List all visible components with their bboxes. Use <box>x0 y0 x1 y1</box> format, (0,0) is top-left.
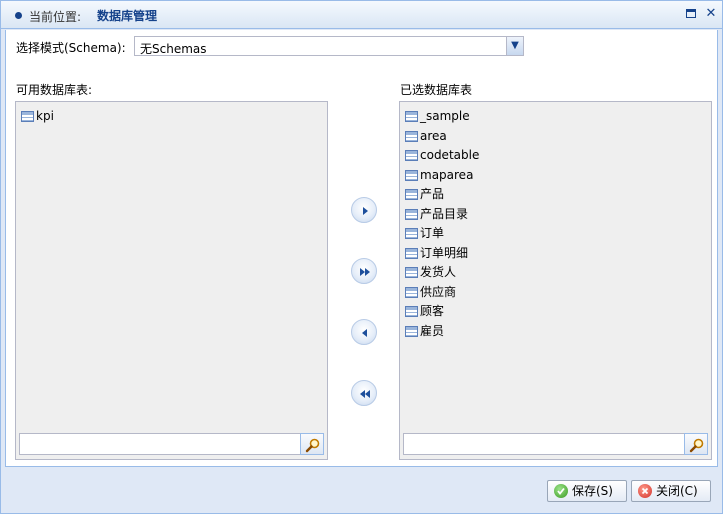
save-button-label: 保存(S) <box>572 484 613 498</box>
move-left-button[interactable] <box>351 319 377 345</box>
selected-search-button[interactable] <box>684 433 708 455</box>
table-icon <box>405 228 418 239</box>
bullet-icon <box>15 12 22 19</box>
list-item[interactable]: 产品 <box>404 186 707 206</box>
list-item-label: 供应商 <box>420 284 457 299</box>
list-item-label: 顾客 <box>420 304 445 318</box>
selected-tables-label: 已选数据库表 <box>400 83 473 97</box>
arrow-left-icon <box>362 329 367 337</box>
schema-label: 选择模式(Schema): <box>16 41 126 55</box>
table-icon <box>405 267 418 278</box>
list-item-label: kpi <box>36 109 54 123</box>
table-icon <box>405 130 418 142</box>
schema-select[interactable]: 无Schemas ▼ <box>134 36 524 56</box>
list-item[interactable]: 雇员 <box>404 323 707 343</box>
selected-items: _samplearea codetable maparea 产品产品目录订单订单明细发… <box>404 108 707 342</box>
table-icon <box>405 208 418 220</box>
move-right-button[interactable] <box>351 197 377 223</box>
database-management-window: 当前位置: 数据库管理 ✕ 选择模式(Schema): 无Schemas ▼ 可… <box>0 0 723 514</box>
move-all-left-button[interactable] <box>351 380 377 406</box>
available-tables-list[interactable]: kpi <box>15 101 328 460</box>
window-title: 数据库管理 <box>97 9 158 23</box>
list-item[interactable]: 供应商 <box>404 284 707 304</box>
maximize-icon[interactable] <box>684 7 698 21</box>
list-item-label: maparea <box>420 167 474 182</box>
table-icon <box>405 306 418 317</box>
table-icon <box>405 247 418 259</box>
table-icon <box>405 111 418 122</box>
table-icon <box>405 325 418 337</box>
window-body: 选择模式(Schema): 无Schemas ▼ 可用数据库表: kpi 已选数… <box>5 30 718 467</box>
table-icon <box>405 169 418 181</box>
location-prefix: 当前位置: <box>29 10 82 24</box>
list-item-label: 产品目录 <box>420 206 469 221</box>
list-item[interactable]: 发货人 <box>404 264 707 284</box>
available-search-button[interactable] <box>300 433 324 455</box>
selected-search-input[interactable] <box>403 433 708 455</box>
selected-tables-list[interactable]: _samplearea codetable maparea 产品产品目录订单订单明细发… <box>399 101 712 460</box>
close-icon[interactable]: ✕ <box>704 7 718 21</box>
window-footer: 保存(S) 关闭(C) <box>5 467 718 510</box>
list-item-label: _sample <box>420 109 470 123</box>
list-item[interactable]: 顾客 <box>404 303 707 323</box>
window-titlebar: 当前位置: 数据库管理 ✕ <box>1 1 722 29</box>
table-icon <box>21 111 34 122</box>
check-circle-icon <box>554 484 568 498</box>
list-item-label: 订单 <box>420 226 445 240</box>
list-item[interactable]: maparea <box>404 167 707 187</box>
schema-selected-value: 无Schemas <box>140 42 207 56</box>
search-icon <box>689 438 704 453</box>
list-item-label: 雇员 <box>420 323 445 338</box>
list-item-label: 产品 <box>420 187 445 201</box>
list-item[interactable]: area <box>404 128 707 148</box>
list-item[interactable]: 订单明细 <box>404 245 707 265</box>
list-item-label: area <box>420 128 447 143</box>
x-circle-icon <box>638 484 652 498</box>
available-search-input[interactable] <box>19 433 324 455</box>
list-item-label: 订单明细 <box>420 245 469 260</box>
arrow-right-icon <box>363 207 368 215</box>
search-icon <box>305 438 320 453</box>
table-icon <box>405 189 418 200</box>
close-button-label: 关闭(C) <box>656 484 698 498</box>
list-item[interactable]: _sample <box>404 108 707 128</box>
move-all-right-button[interactable] <box>351 258 377 284</box>
list-item[interactable]: 产品目录 <box>404 206 707 226</box>
list-item[interactable]: 订单 <box>404 225 707 245</box>
list-item-label: codetable <box>420 148 480 162</box>
list-item-label: 发货人 <box>420 265 457 279</box>
list-item[interactable]: kpi <box>20 108 323 128</box>
available-items: kpi <box>20 108 323 128</box>
table-icon <box>405 150 418 161</box>
available-tables-label: 可用数据库表: <box>16 83 93 97</box>
table-icon <box>405 286 418 298</box>
list-item[interactable]: codetable <box>404 147 707 167</box>
double-arrow-left-icon <box>360 390 370 398</box>
close-button[interactable]: 关闭(C) <box>631 480 711 502</box>
save-button[interactable]: 保存(S) <box>547 480 627 502</box>
double-arrow-right-icon <box>360 268 370 276</box>
chevron-down-icon[interactable]: ▼ <box>506 37 523 55</box>
